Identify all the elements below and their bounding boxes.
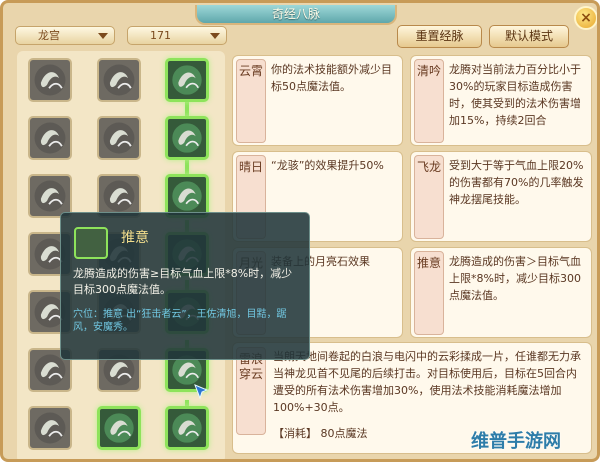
talent-card[interactable]: 推意 龙腾造成的伤害＞目标气血上限*8%时，减少目标300点魔法值。 (410, 247, 592, 338)
ultimate-card-text: 当朗天地间卷起的白浪与电闪中的云彩揉成一片，任谁都无力承当神龙见首不见尾的后续打… (273, 350, 581, 414)
tooltip-hint: 穴位：推意 出“狂击者云”，王佐清旭，目黠，踞风，安魔秀。 (73, 309, 287, 333)
talent-card-label: 飞龙 (414, 155, 444, 239)
meridian-window: 奇经八脉 × 龙宫 171 重置经脉 默认模式 云霄 你的法术技能额外减少目标5… (0, 0, 600, 462)
watermark-text: 维普手游网 (471, 431, 561, 452)
talent-node-icon[interactable] (165, 58, 209, 102)
tooltip-description: 龙腾造成的伤害≥目标气血上限*8%时，减少目标300点魔法值。 (73, 267, 293, 296)
ultimate-card-cost: 【消耗】 80点魔法 (273, 427, 368, 440)
talent-node-icon[interactable] (97, 116, 141, 160)
reset-meridian-button[interactable]: 重置经脉 (397, 25, 482, 48)
sect-dropdown-value: 龙宫 (38, 29, 60, 42)
mouse-cursor-icon (194, 384, 209, 400)
talent-card-text: 你的法术技能额外减少目标50点魔法值。 (271, 63, 392, 93)
talent-node-icon[interactable] (28, 406, 72, 450)
talent-card-text: 龙腾造成的伤害＞目标气血上限*8%时，减少目标300点魔法值。 (449, 255, 581, 302)
talent-card[interactable]: 云霄 你的法术技能额外减少目标50点魔法值。 (232, 55, 403, 146)
selected-talent-icon (74, 227, 108, 259)
talent-node-icon[interactable] (165, 116, 209, 160)
talent-card-label: 清吟 (414, 59, 444, 143)
talent-card-text: 受到大于等于气血上限20%的伤害都有70%的几率触发神龙摆尾技能。 (449, 159, 584, 206)
level-dropdown[interactable]: 171 (127, 26, 227, 45)
window-title: 奇经八脉 (195, 5, 397, 25)
talent-card[interactable]: 清吟 龙腾对当前法力百分比小于30%的玩家目标造成伤害时，使其受到的法术伤害增加… (410, 55, 592, 146)
talent-node-icon[interactable] (97, 406, 141, 450)
tooltip-title: 推意 (121, 230, 149, 246)
talent-node-icon[interactable] (97, 58, 141, 102)
level-dropdown-value: 171 (150, 29, 171, 42)
talent-tooltip: 推意 龙腾造成的伤害≥目标气血上限*8%时，减少目标300点魔法值。 穴位：推意… (60, 212, 310, 360)
chevron-down-icon (210, 33, 220, 39)
close-button[interactable]: × (574, 6, 597, 30)
sect-dropdown[interactable]: 龙宫 (15, 26, 115, 45)
ultimate-card-label: 雷浪穿云 (236, 347, 266, 435)
talent-node-icon[interactable] (28, 116, 72, 160)
default-mode-button[interactable]: 默认模式 (489, 25, 569, 48)
chevron-down-icon (98, 33, 108, 39)
talent-card-text: 龙腾对当前法力百分比小于30%的玩家目标造成伤害时，使其受到的法术伤害增加15%… (449, 63, 581, 127)
talent-node-icon[interactable] (165, 406, 209, 450)
talent-card[interactable]: 飞龙 受到大于等于气血上限20%的伤害都有70%的几率触发神龙摆尾技能。 (410, 151, 592, 242)
talent-node-icon[interactable] (28, 58, 72, 102)
talent-card-label: 推意 (414, 251, 444, 335)
talent-card-label: 云霄 (236, 59, 266, 143)
